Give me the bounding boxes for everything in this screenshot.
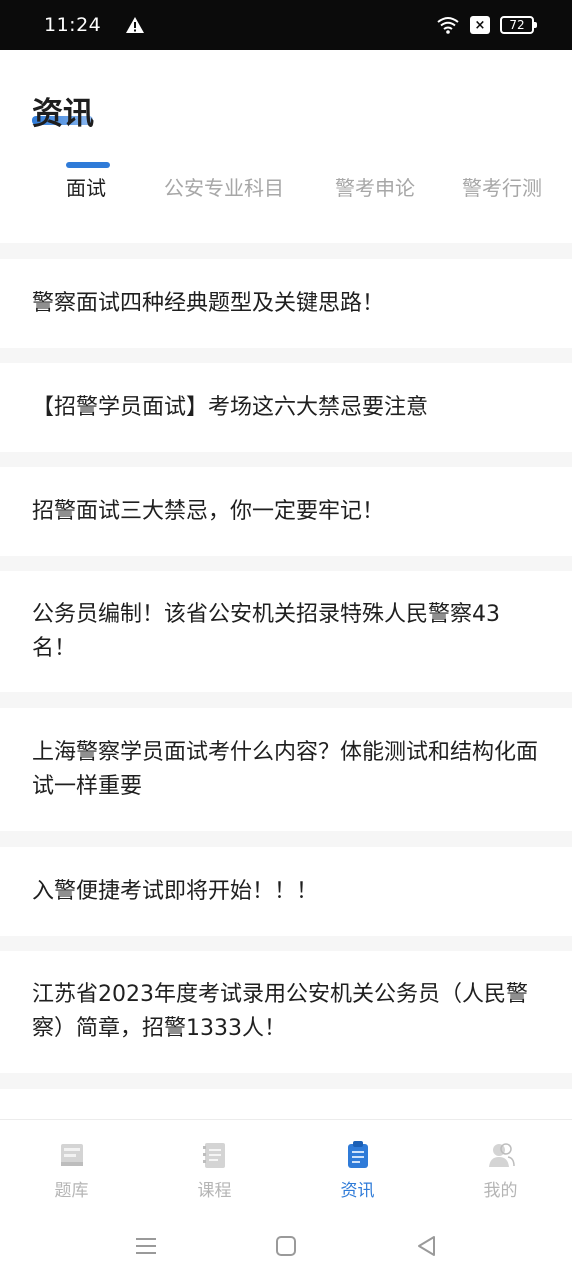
profile-icon <box>488 1143 515 1167</box>
news-title: 入警便捷考试即将开始！！！ <box>32 878 319 904</box>
list-item[interactable]: 警察面试四种经典题型及关键思路！ <box>0 259 572 348</box>
nav-profile[interactable]: 我的 <box>429 1120 572 1212</box>
header: 资讯 面试 公安专业科目 警考申论 警考行测 <box>0 50 572 243</box>
menu-icon[interactable] <box>133 1233 159 1259</box>
no-sim-icon: × <box>470 16 490 34</box>
course-icon <box>202 1143 225 1168</box>
page-title: 资讯 <box>32 96 94 132</box>
battery-level: 72 <box>509 18 525 32</box>
list-item[interactable]: 上海警察学员面试考什么内容？体能测试和结构化面试一样重要 <box>0 708 572 831</box>
nav-label: 资讯 <box>340 1181 375 1201</box>
active-tab-indicator <box>66 162 110 168</box>
list-item[interactable]: 入警便捷考试即将开始！！！ <box>0 847 572 936</box>
status-bar: 11:24 × 72 <box>0 0 572 50</box>
nav-label: 课程 <box>197 1181 232 1201</box>
system-nav-bar <box>0 1211 572 1280</box>
news-title: 公务员编制！该省公安机关招录特殊人民警察43名！ <box>32 601 500 661</box>
list-item[interactable]: 江苏省2023年度考试录用公安机关公务员（人民警察）简章，招警1333人！ <box>0 951 572 1073</box>
tab-interview[interactable]: 面试 <box>66 172 106 201</box>
news-title: 招警面试三大禁忌，你一定要牢记！ <box>32 498 385 524</box>
battery-icon: 72 <box>500 16 537 34</box>
nav-label: 我的 <box>483 1181 518 1201</box>
nav-question-bank[interactable]: 题库 <box>0 1120 143 1212</box>
nav-label: 题库 <box>54 1181 89 1201</box>
tab-police-professional[interactable]: 公安专业科目 <box>164 172 284 201</box>
list-item[interactable]: 公务员编制！该省公安机关招录特殊人民警察43名！ <box>0 571 572 692</box>
list-item[interactable]: 招警面试三大禁忌，你一定要牢记！ <box>0 467 572 556</box>
back-icon[interactable] <box>414 1233 440 1259</box>
tab-police-essay[interactable]: 警考申论 <box>335 172 415 201</box>
news-icon <box>347 1141 368 1168</box>
news-title: 警察面试四种经典题型及关键思路！ <box>32 290 385 316</box>
home-icon[interactable] <box>273 1233 299 1259</box>
nav-course[interactable]: 课程 <box>143 1120 286 1212</box>
question-bank-icon <box>60 1144 83 1166</box>
category-tabs: 面试 公安专业科目 警考申论 警考行测 <box>0 168 572 218</box>
news-title: 江苏省2023年度考试录用公安机关公务员（人民警察）简章，招警1333人！ <box>32 982 528 1041</box>
wifi-icon <box>437 17 459 34</box>
status-time: 11:24 <box>44 14 102 36</box>
news-title: 【招警学员面试】考场这六大禁忌要注意 <box>32 394 429 420</box>
list-item[interactable]: 【招警学员面试】考场这六大禁忌要注意 <box>0 363 572 452</box>
tab-police-aptitude[interactable]: 警考行测 <box>462 172 542 201</box>
nav-news[interactable]: 资讯 <box>286 1120 429 1212</box>
bottom-nav: 题库 课程 资讯 我的 <box>0 1119 572 1211</box>
warning-icon <box>126 17 145 33</box>
news-title: 上海警察学员面试考什么内容？体能测试和结构化面试一样重要 <box>32 739 539 799</box>
